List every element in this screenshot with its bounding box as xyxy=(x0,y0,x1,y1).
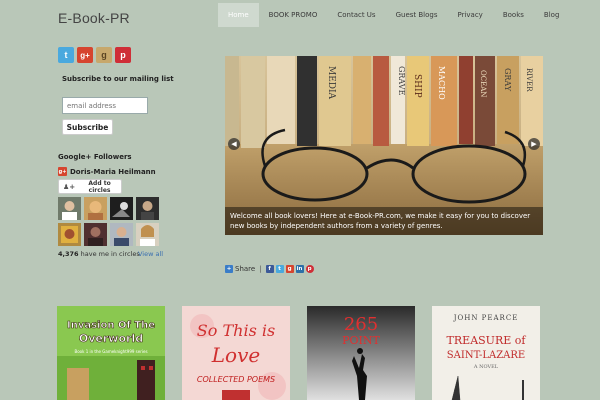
gplus-user[interactable]: g+ Doris-Maria Heilmann xyxy=(58,167,156,176)
facebook-icon[interactable]: f xyxy=(265,265,274,273)
slider-prev-arrow[interactable]: ◀ xyxy=(228,138,240,150)
share-bar: + Share | f t g in p xyxy=(225,265,314,273)
avatar[interactable] xyxy=(84,197,107,220)
nav-blog[interactable]: Blog xyxy=(534,3,569,27)
book-cover-art: JOHN PEARCE TREASURE of SAINT-LAZARE A N… xyxy=(432,306,540,400)
gplus-user-name: Doris-Maria Heilmann xyxy=(70,167,156,176)
avatar[interactable] xyxy=(58,223,81,246)
google-followers-title: Google+ Followers xyxy=(58,153,132,161)
nav-books[interactable]: Books xyxy=(493,3,534,27)
nav-books-label: Books xyxy=(502,11,524,19)
spine-text: MACHO xyxy=(437,66,446,100)
nav-privacy[interactable]: Privacy xyxy=(447,3,492,27)
google-plus-icon[interactable]: g+ xyxy=(77,47,93,63)
book-cover-art: 265 POINT xyxy=(307,306,415,400)
book-subtitle: Book 1 in the Gameknight999 series xyxy=(74,349,147,354)
nav-privacy-label: Privacy xyxy=(457,11,483,19)
add-to-circles-label: Add to circles xyxy=(88,179,111,194)
twitter-icon[interactable]: t xyxy=(58,47,74,63)
book-cover-art: So This is Love COLLECTED POEMS xyxy=(182,306,290,400)
share-separator: | xyxy=(259,265,262,273)
follower-avatars xyxy=(58,197,160,246)
site-title[interactable]: E-Book-PR xyxy=(58,10,130,26)
subscribe-button[interactable]: Subscribe xyxy=(62,119,113,135)
book-cover-art: Invasion Of The Overworld Book 1 in the … xyxy=(57,306,165,400)
book-title-line2: SAINT-LAZARE xyxy=(447,350,525,361)
pinterest-small-icon[interactable]: p xyxy=(305,265,314,273)
social-icons: t g+ g p xyxy=(58,47,131,63)
book-title-line2: Overworld xyxy=(79,332,143,345)
nav-home-label: Home xyxy=(228,11,249,19)
hero-slider[interactable]: MEDIA GRAVE SHIP MACHO OCEAN GRAY RIVER … xyxy=(225,56,543,235)
nav-book-promo-label: BOOK PROMO xyxy=(268,11,318,19)
email-input[interactable] xyxy=(62,97,148,114)
google-plus-share-icon[interactable]: g xyxy=(285,265,294,273)
avatar[interactable] xyxy=(110,223,133,246)
avatar[interactable] xyxy=(84,223,107,246)
spine-text: OCEAN xyxy=(479,70,487,97)
book-title-line2: POINT xyxy=(342,334,380,347)
linkedin-icon[interactable]: in xyxy=(295,265,304,273)
spine-text: RIVER xyxy=(525,68,533,92)
circles-count: 4,376 have me in circles xyxy=(58,250,140,258)
avatar[interactable] xyxy=(110,197,133,220)
nav-contact-us[interactable]: Contact Us xyxy=(327,3,385,27)
slider-caption: Welcome all book lovers! Here at e-Book-… xyxy=(225,207,543,235)
avatar[interactable] xyxy=(58,197,81,220)
book-cover-265-point[interactable]: 265 POINT xyxy=(307,306,415,400)
book-author: JOHN PEARCE xyxy=(453,314,519,322)
nav-contact-us-label: Contact Us xyxy=(337,11,376,19)
pinterest-icon[interactable]: p xyxy=(115,47,131,63)
book-subtitle: COLLECTED POEMS xyxy=(197,375,275,384)
nav-guest-blogs[interactable]: Guest Blogs xyxy=(386,3,448,27)
circles-count-number: 4,376 xyxy=(58,250,79,258)
book-cover-invasion[interactable]: Invasion Of The Overworld Book 1 in the … xyxy=(57,306,165,400)
spine-text: GRAY xyxy=(503,68,512,92)
book-title-line1: 265 xyxy=(344,314,378,335)
nav-blog-label: Blog xyxy=(543,11,560,19)
nav-book-promo[interactable]: BOOK PROMO xyxy=(259,3,328,27)
book-cover-so-this-is-love[interactable]: So This is Love COLLECTED POEMS xyxy=(182,306,290,400)
book-title-line1: TREASURE of xyxy=(447,334,527,347)
share-icon[interactable]: + xyxy=(225,265,233,273)
nav-home[interactable]: Home xyxy=(218,3,259,27)
add-person-icon: ♟+ xyxy=(63,182,76,191)
book-cover-treasure-saint-lazare[interactable]: JOHN PEARCE TREASURE of SAINT-LAZARE A N… xyxy=(432,306,540,400)
spine-text: GRAVE xyxy=(397,66,406,96)
circles-count-text: have me in circles xyxy=(80,250,140,258)
nav-guest-blogs-label: Guest Blogs xyxy=(395,11,438,19)
add-to-circles-button[interactable]: ♟+ Add to circles xyxy=(58,179,122,194)
avatar[interactable] xyxy=(136,223,159,246)
slider-next-arrow[interactable]: ▶ xyxy=(528,138,540,150)
book-title-line1: Invasion Of The xyxy=(67,320,155,331)
mailing-list-title: Subscribe to our mailing list xyxy=(62,75,174,83)
twitter-small-icon[interactable]: t xyxy=(275,265,284,273)
share-label[interactable]: Share xyxy=(235,265,255,273)
view-all-link[interactable]: View all xyxy=(138,250,163,258)
book-title-line2: Love xyxy=(211,343,260,367)
goodreads-icon[interactable]: g xyxy=(96,47,112,63)
book-title-line1: So This is xyxy=(197,321,275,340)
spine-text: SHIP xyxy=(412,74,422,98)
google-plus-small-icon: g+ xyxy=(58,167,67,176)
main-nav: Home BOOK PROMO Contact Us Guest Blogs P… xyxy=(218,3,569,27)
book-subtitle: A NOVEL xyxy=(473,364,499,370)
avatar[interactable] xyxy=(136,197,159,220)
spine-text: MEDIA xyxy=(326,66,336,100)
